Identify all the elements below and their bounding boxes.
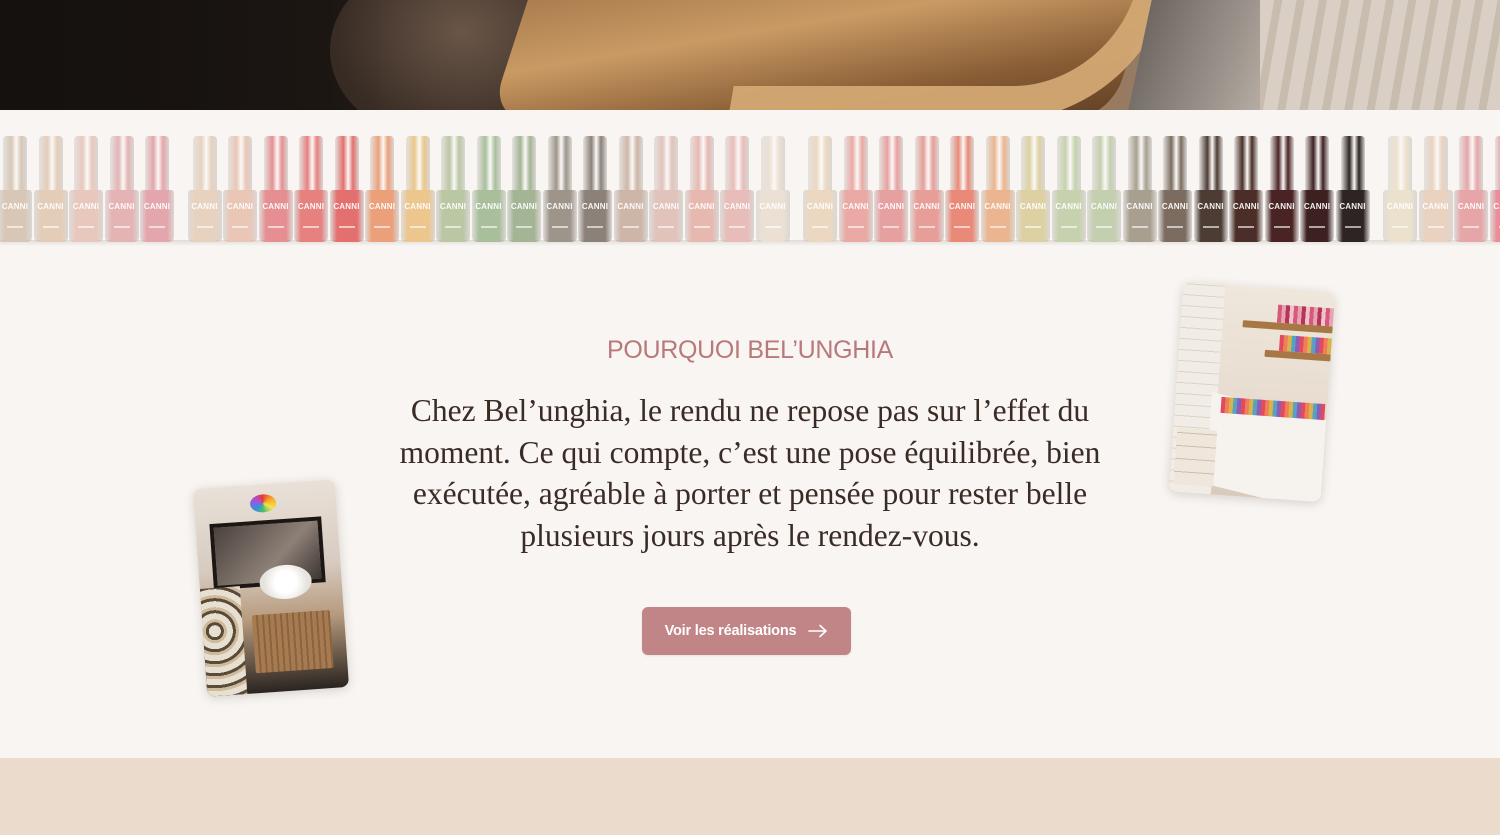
polish-bottle: CANNI: [0, 136, 32, 242]
polish-bottle: CANNI: [69, 136, 103, 242]
polish-bottle: CANNI: [140, 136, 174, 242]
bottle-brand-label: CANNI: [1197, 202, 1224, 211]
bottle-brand-label: CANNI: [723, 202, 751, 211]
polish-bottle: CANNI: [1335, 136, 1370, 242]
polish-bottle: CANNI: [1489, 136, 1500, 242]
polish-bottles-banner: CANNI CANNI CANNI CANNI CANNI CANNI CANNI CANNI…: [0, 136, 1500, 248]
bottle-brand-label: CANNI: [1232, 202, 1260, 211]
bottle-brand-label: CANNI: [368, 202, 396, 211]
polish-bottle: CANNI: [258, 136, 293, 242]
bottle-brand-label: CANNI: [72, 202, 100, 211]
polish-bottle: CANNI: [436, 136, 470, 242]
polish-bottle: CANNI: [980, 136, 1015, 242]
bottle-brand-label: CANNI: [617, 202, 644, 211]
bottle-brand-label: CANNI: [984, 202, 1011, 211]
salon-shelves-photo: [1168, 281, 1336, 503]
polish-bottle: CANNI: [613, 136, 648, 242]
arrow-right-icon: [808, 624, 828, 638]
bottle-brand-label: CANNI: [1457, 202, 1485, 211]
polish-bottle: CANNI: [909, 136, 944, 242]
bottle-brand-label: CANNI: [108, 202, 135, 211]
salon-mirror-photo: [192, 479, 350, 697]
polish-bottle: CANNI: [1193, 136, 1228, 242]
bottle-brand-label: CANNI: [475, 202, 502, 211]
polish-bottle: CANNI: [578, 136, 612, 242]
hero-image: [0, 0, 1500, 110]
polish-bottle: CANNI: [1300, 136, 1334, 242]
polish-bottle: CANNI: [649, 136, 683, 242]
polish-bottle: CANNI: [1051, 136, 1086, 242]
polish-bottle: CANNI: [1264, 136, 1299, 242]
bottle-brand-label: CANNI: [510, 202, 538, 211]
bottle-brand-label: CANNI: [1386, 202, 1414, 211]
bottle-brand-label: CANNI: [143, 202, 171, 211]
bottle-brand-label: CANNI: [1019, 202, 1047, 211]
polish-bottle: CANNI: [1418, 136, 1453, 242]
polish-bottle: CANNI: [720, 136, 754, 242]
bottle-brand-label: CANNI: [1055, 202, 1082, 211]
bottle-brand-label: CANNI: [948, 202, 976, 211]
polish-bottle: CANNI: [1383, 136, 1417, 242]
bottle-brand-label: CANNI: [759, 202, 786, 211]
polish-bottle: CANNI: [365, 136, 399, 242]
polish-bottle: CANNI: [1454, 136, 1488, 242]
bottle-brand-label: CANNI: [1422, 202, 1449, 211]
polish-bottle: CANNI: [400, 136, 435, 242]
bottle-brand-label: CANNI: [688, 202, 715, 211]
polish-bottle: CANNI: [684, 136, 719, 242]
polish-bottle: CANNI: [294, 136, 328, 242]
polish-bottle: CANNI: [1158, 136, 1192, 242]
bottle-brand-label: CANNI: [652, 202, 680, 211]
bottle-brand-label: CANNI: [439, 202, 467, 211]
section-statement: Chez Bel’unghia, le rendu ne repose pas …: [399, 393, 1101, 553]
bottle-brand-label: CANNI: [1303, 202, 1331, 211]
bottle-brand-label: CANNI: [404, 202, 431, 211]
bottle-brand-label: CANNI: [1090, 202, 1118, 211]
bottle-brand-label: CANNI: [191, 202, 218, 211]
view-work-button[interactable]: Voir les réalisations: [642, 607, 851, 655]
bottle-brand-label: CANNI: [806, 202, 834, 211]
polish-bottle: CANNI: [542, 136, 577, 242]
bottle-brand-label: CANNI: [1268, 202, 1295, 211]
polish-bottle: CANNI: [803, 136, 837, 242]
polish-bottle: CANNI: [874, 136, 908, 242]
footer-band: [0, 758, 1500, 835]
bottle-brand-label: CANNI: [297, 202, 325, 211]
bottle-brand-label: CANNI: [913, 202, 940, 211]
polish-bottle: CANNI: [755, 136, 790, 242]
polish-bottle: CANNI: [1122, 136, 1157, 242]
polish-bottle: CANNI: [507, 136, 541, 242]
bottle-brand-label: CANNI: [546, 202, 573, 211]
bottle-brand-label: CANNI: [581, 202, 609, 211]
polish-bottle: CANNI: [223, 136, 257, 242]
bottle-brand-label: CANNI: [333, 202, 360, 211]
bottle-brand-label: CANNI: [226, 202, 254, 211]
bottle-brand-label: CANNI: [1, 202, 29, 211]
bottle-brand-label: CANNI: [1493, 202, 1500, 211]
polish-bottle: CANNI: [187, 136, 222, 242]
polish-bottle: CANNI: [1087, 136, 1121, 242]
view-work-label: Voir les réalisations: [664, 623, 797, 639]
bottle-brand-label: CANNI: [877, 202, 905, 211]
bottle-brand-label: CANNI: [37, 202, 64, 211]
polish-bottle: CANNI: [104, 136, 139, 242]
polish-bottle: CANNI: [838, 136, 873, 242]
polish-bottle: CANNI: [471, 136, 506, 242]
polish-bottle: CANNI: [33, 136, 68, 242]
bottle-brand-label: CANNI: [1339, 202, 1366, 211]
bottle-brand-label: CANNI: [1161, 202, 1189, 211]
polish-bottle: CANNI: [945, 136, 979, 242]
bottle-brand-label: CANNI: [842, 202, 869, 211]
polish-bottle: CANNI: [1016, 136, 1050, 242]
bottle-brand-label: CANNI: [1126, 202, 1153, 211]
polish-bottle: CANNI: [1229, 136, 1263, 242]
polish-bottle: CANNI: [329, 136, 364, 242]
bottle-brand-label: CANNI: [262, 202, 289, 211]
